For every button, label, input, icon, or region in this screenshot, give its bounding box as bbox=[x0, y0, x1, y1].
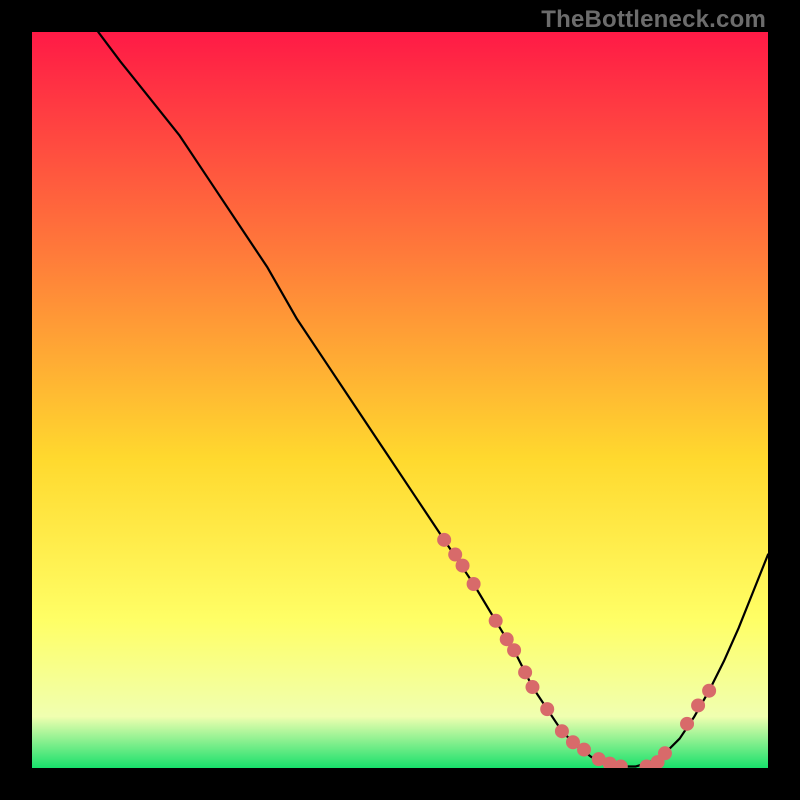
curve-marker bbox=[658, 746, 672, 760]
curve-marker bbox=[540, 702, 554, 716]
curve-marker bbox=[437, 533, 451, 547]
watermark-text: TheBottleneck.com bbox=[541, 6, 766, 34]
chart-frame bbox=[32, 32, 768, 768]
curve-marker bbox=[467, 577, 481, 591]
curve-marker bbox=[456, 559, 470, 573]
curve-marker bbox=[489, 614, 503, 628]
curve-marker bbox=[577, 743, 591, 757]
gradient-background bbox=[32, 32, 768, 768]
curve-marker bbox=[507, 643, 521, 657]
curve-marker bbox=[702, 684, 716, 698]
curve-marker bbox=[525, 680, 539, 694]
curve-marker bbox=[518, 665, 532, 679]
curve-marker bbox=[691, 698, 705, 712]
curve-marker bbox=[555, 724, 569, 738]
chart-plot bbox=[32, 32, 768, 768]
curve-marker bbox=[680, 717, 694, 731]
